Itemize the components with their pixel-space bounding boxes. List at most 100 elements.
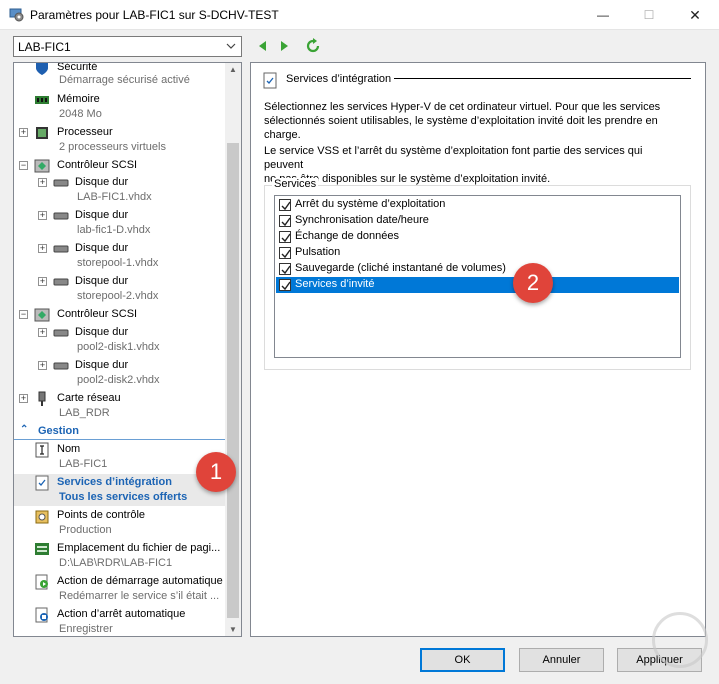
checkbox[interactable]	[279, 215, 291, 227]
tree-item-detail: pool2-disk2.vhdx	[77, 374, 160, 386]
hard-disk-icon	[53, 179, 69, 187]
section-header-gestion[interactable]: ⌃ Gestion	[14, 424, 226, 440]
description-line: charge.	[264, 129, 301, 141]
service-label: Sauvegarde (cliché instantané de volumes…	[295, 262, 506, 274]
service-item-data-exchange[interactable]: Échange de données	[276, 229, 679, 245]
integration-services-panel: Services d’intégration Sélectionnez les …	[250, 62, 706, 637]
network-adapter-icon	[38, 391, 46, 406]
checkmark-icon	[281, 201, 291, 211]
tree-item-label: Action d’arrêt automatique	[57, 608, 186, 620]
service-item-time-sync[interactable]: Synchronisation date/heure	[276, 213, 679, 229]
service-label: Synchronisation date/heure	[295, 214, 429, 226]
tree-item-label: Disque dur	[75, 275, 129, 287]
minimize-button[interactable]: —	[580, 0, 626, 30]
tree-item-detail: lab-fic1-D.vhdx	[77, 224, 151, 236]
processor-icon	[36, 127, 48, 139]
previous-arrow-icon[interactable]	[255, 38, 271, 54]
expand-toggle[interactable]: +	[38, 361, 47, 370]
tree-item-label: Disque dur	[75, 359, 129, 371]
service-item-shutdown[interactable]: Arrêt du système d’exploitation	[276, 197, 679, 213]
integration-services-icon	[35, 475, 49, 491]
tree-item-detail: LAB-FIC1	[59, 458, 108, 470]
tree-item-label: Action de démarrage automatique	[57, 575, 223, 587]
checkbox[interactable]	[279, 199, 291, 211]
title-bar: Paramètres pour LAB-FIC1 sur S-DCHV-TEST…	[0, 0, 719, 30]
auto-start-icon	[35, 574, 48, 590]
next-arrow-icon[interactable]	[276, 38, 292, 54]
tree-item-detail: Enregistrer	[59, 623, 113, 635]
chevron-down-icon	[226, 43, 236, 49]
expand-toggle[interactable]: +	[38, 211, 47, 220]
services-group-label: Services	[272, 178, 319, 190]
expand-toggle[interactable]: +	[38, 328, 47, 337]
checkmark-icon	[281, 233, 291, 243]
checkpoint-icon	[35, 510, 49, 524]
checkbox[interactable]	[279, 247, 291, 259]
scroll-down-icon[interactable]: ▼	[229, 625, 237, 634]
tree-item-detail: Production	[59, 524, 112, 536]
service-item-backup[interactable]: Sauvegarde (cliché instantané de volumes…	[276, 261, 679, 277]
tree-item-label: Disque dur	[75, 209, 129, 221]
expand-toggle[interactable]: +	[19, 394, 28, 403]
service-item-guest-services[interactable]: Services d’invité	[276, 277, 679, 293]
expand-toggle[interactable]: +	[38, 244, 47, 253]
tree-item-label: Contrôleur SCSI	[57, 308, 138, 320]
ok-button[interactable]: OK	[420, 648, 505, 672]
service-item-heartbeat[interactable]: Pulsation	[276, 245, 679, 261]
panel-title: Services d’intégration	[286, 73, 392, 85]
checkbox[interactable]	[279, 231, 291, 243]
scroll-up-icon[interactable]: ▲	[229, 65, 237, 74]
services-list: Arrêt du système d’exploitation Synchron…	[274, 195, 681, 358]
tree-item-label: Disque dur	[75, 176, 129, 188]
note-line: ne pas être disponibles sur le système d…	[264, 173, 551, 185]
description-line: Sélectionnez les services Hyper-V de cet…	[264, 101, 661, 113]
settings-app-icon	[9, 8, 24, 22]
expand-toggle[interactable]: +	[38, 277, 47, 286]
close-button[interactable]: ✕	[672, 0, 718, 30]
tree-item-detail: pool2-disk1.vhdx	[77, 341, 160, 353]
checkmark-icon	[281, 281, 291, 291]
title-divider	[394, 78, 691, 79]
tree-item-label: Processeur	[57, 126, 113, 138]
tree-item-detail: 2 processeurs virtuels	[59, 141, 166, 153]
scrollbar-thumb[interactable]	[227, 143, 239, 618]
checkbox[interactable]	[279, 263, 291, 275]
expand-toggle[interactable]: +	[19, 128, 28, 137]
tree-item-detail: storepool-1.vhdx	[77, 257, 159, 269]
tree-item-label: Points de contrôle	[57, 509, 146, 521]
integration-services-icon	[263, 72, 277, 89]
tree-item-detail: storepool-2.vhdx	[77, 290, 159, 302]
watermark-logo	[652, 612, 708, 668]
settings-tree: Sécurité Démarrage sécurisé activé Mémoi…	[13, 62, 242, 637]
tree-item-label: Mémoire	[57, 93, 100, 105]
collapse-toggle[interactable]: −	[19, 161, 28, 170]
section-label: Gestion	[38, 425, 79, 437]
hard-disk-icon	[53, 278, 69, 286]
hard-disk-icon	[53, 245, 69, 253]
description-paragraph: Sélectionnez les services Hyper-V de cet…	[264, 100, 684, 142]
tree-item-label: Emplacement du fichier de pagi...	[57, 542, 221, 554]
tree-item-detail: D:\LAB\RDR\LAB-FIC1	[59, 557, 173, 569]
tree-item-detail: Redémarrer le service s’il était ...	[59, 590, 220, 602]
tree-item-detail: Tous les services offerts	[59, 491, 188, 503]
controller-icon	[34, 308, 50, 322]
checkmark-icon	[281, 265, 291, 275]
callout-badge-1: 1	[196, 452, 236, 492]
cancel-button[interactable]: Annuler	[519, 648, 604, 672]
service-label: Pulsation	[295, 246, 341, 258]
tree-item-label: Disque dur	[75, 326, 129, 338]
shield-icon	[36, 63, 48, 75]
checkbox[interactable]	[279, 279, 291, 291]
tree-item-label: Sécurité	[57, 62, 98, 73]
expand-toggle[interactable]: +	[38, 178, 47, 187]
checkmark-icon	[281, 249, 291, 259]
hard-disk-icon	[53, 212, 69, 220]
refresh-icon[interactable]	[305, 38, 321, 54]
vm-selector-dropdown[interactable]: LAB-FIC1	[13, 36, 242, 57]
tree-item-detail: LAB_RDR	[59, 407, 110, 419]
callout-badge-2: 2	[513, 263, 553, 303]
service-label: Échange de données	[295, 230, 399, 242]
paging-file-icon	[35, 543, 49, 555]
tree-scrollbar[interactable]: ▲ ▼	[225, 63, 241, 636]
collapse-toggle[interactable]: −	[19, 310, 28, 319]
